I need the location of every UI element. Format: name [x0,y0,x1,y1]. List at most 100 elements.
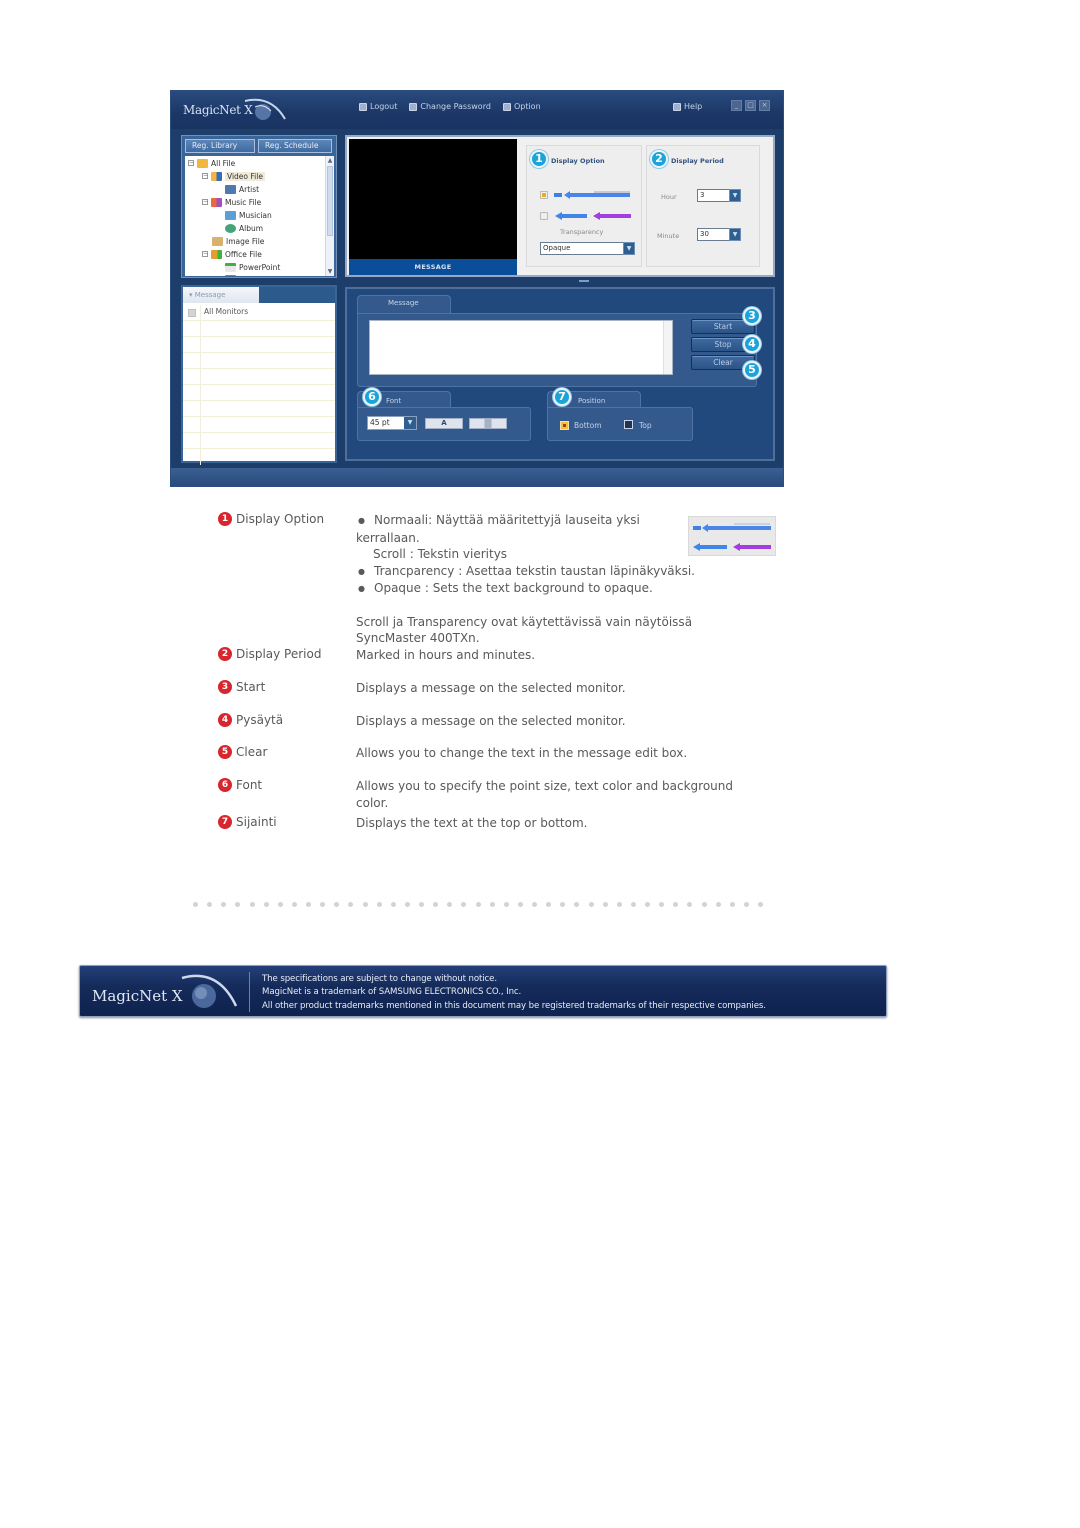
list-item[interactable] [183,353,335,369]
minimize-button[interactable]: _ [731,100,742,111]
description-term: 2 Display Period [218,647,321,661]
tree-label: Album [239,223,264,233]
tree-item-album[interactable]: Album [225,222,263,234]
footer-line: All other product trademarks mentioned i… [262,1000,766,1011]
transparency-label: Transparency [560,228,604,236]
list-item[interactable] [183,385,335,401]
splitter-handle[interactable] [579,280,589,282]
display-period-group: 2 Display Period Hour 3 ▼ Minute 30 ▼ [646,145,760,267]
tree-label: Musician [239,210,272,220]
globe-logo-icon [244,98,286,120]
chevron-down-icon[interactable]: ▼ [729,228,741,241]
collapse-icon[interactable]: − [202,173,208,179]
divider-dot [560,902,566,907]
normal-arrow-icon [555,212,631,220]
tab-reg-schedule[interactable]: Reg. Schedule [258,139,332,153]
message-textarea[interactable] [369,320,673,375]
tree-item-office-file[interactable]: − Office File [202,248,262,260]
top-radio[interactable] [624,420,633,429]
close-button[interactable]: × [759,100,770,111]
tree-label: Excel [239,275,259,277]
divider-dot [701,902,707,907]
divider-dot [348,902,354,907]
tree-item-excel[interactable]: Excel [225,273,259,276]
callout-badge-6: 6 [363,388,381,406]
tree-scrollbar[interactable]: ▲ ▼ [325,156,334,276]
change-password-link[interactable]: Change Password [409,102,491,111]
description-term: 5 Clear [218,745,267,759]
collapse-icon[interactable]: − [188,160,194,166]
scroll-down-icon[interactable]: ▼ [326,267,334,276]
divider-dot [193,902,198,907]
help-link[interactable]: Help [673,102,702,111]
list-item[interactable]: All Monitors [183,305,335,321]
tab-reg-library[interactable]: Reg. Library [185,139,255,153]
help-label: Help [684,102,703,111]
divider-dot [461,902,467,907]
list-item[interactable] [183,449,335,465]
scroll-thumb[interactable] [327,166,333,236]
divider-dot [334,902,340,907]
chevron-down-icon[interactable]: ▼ [623,242,635,255]
bottom-radio[interactable] [560,421,569,430]
description-term: 3 Start [218,680,265,694]
description-text: Displays a message on the selected monit… [356,681,626,695]
divider-dot [419,902,424,907]
tree-item-image-file[interactable]: Image File [212,235,264,247]
tree-label: Video File [225,171,265,181]
callout-badge-5: 5 [743,361,761,379]
file-tree: − All File − Video File Artist − Music F… [185,156,334,276]
option-link[interactable]: Option [502,102,541,111]
message-scrollbar[interactable] [663,321,672,374]
tree-label: Music File [225,197,262,207]
logout-link[interactable]: Logout [359,102,397,111]
list-item[interactable] [183,321,335,337]
message-tab[interactable]: Message [357,295,451,315]
tree-item-all-file[interactable]: − All File [188,157,235,169]
display-period-title: Display Period [671,157,724,165]
list-item[interactable] [183,369,335,385]
list-item[interactable] [183,417,335,433]
row-gutter [183,321,201,337]
collapse-icon[interactable]: − [202,199,208,205]
number-3-icon: 3 [218,680,232,694]
maximize-button[interactable]: □ [745,100,756,111]
scroll-up-icon[interactable]: ▲ [326,156,334,165]
album-icon [225,223,236,233]
chevron-down-icon[interactable]: ▼ [404,417,416,429]
callout-badge-3: 3 [743,307,761,325]
minute-select[interactable]: 30 ▼ [697,228,741,241]
background-color-button[interactable] [469,418,507,429]
text-color-button[interactable]: A [425,418,463,429]
collapse-icon[interactable]: − [202,251,208,257]
message-list-tab[interactable]: ▾ Message [183,287,259,303]
normal-checkbox[interactable] [540,212,548,220]
font-size-select[interactable]: 45 pt ▼ [367,416,417,430]
scroll-checkbox[interactable] [540,191,548,199]
preview-options-panel: MESSAGE 1 Display Option Transparency Op… [345,135,775,277]
tree-item-musician[interactable]: Musician [225,209,272,221]
footer-line: The specifications are subject to change… [262,974,497,984]
divider-dot [249,902,255,907]
row-checkbox[interactable] [188,309,196,317]
list-item[interactable] [183,401,335,417]
list-item[interactable] [183,337,335,353]
tree-item-artist[interactable]: Artist [225,183,259,195]
term-label: Font [236,778,263,792]
transparency-select[interactable]: Opaque ▼ [540,242,635,255]
change-password-label: Change Password [420,102,491,111]
tree-item-video-file[interactable]: − Video File [202,170,265,182]
list-item[interactable] [183,433,335,449]
chevron-down-icon[interactable]: ▼ [729,189,741,202]
row-gutter [183,305,201,321]
callout-badge-2: 2 [650,150,668,168]
divider-dot [221,902,227,907]
description-text: Marked in hours and minutes. [356,648,536,662]
hour-select[interactable]: 3 ▼ [697,189,741,202]
tree-item-powerpoint[interactable]: PowerPoint [225,261,280,273]
divider-dot [503,902,509,907]
window-controls: _ □ × [731,100,770,111]
image-folder-icon [212,236,223,246]
footer-separator [249,972,250,1012]
tree-item-music-file[interactable]: − Music File [202,196,261,208]
